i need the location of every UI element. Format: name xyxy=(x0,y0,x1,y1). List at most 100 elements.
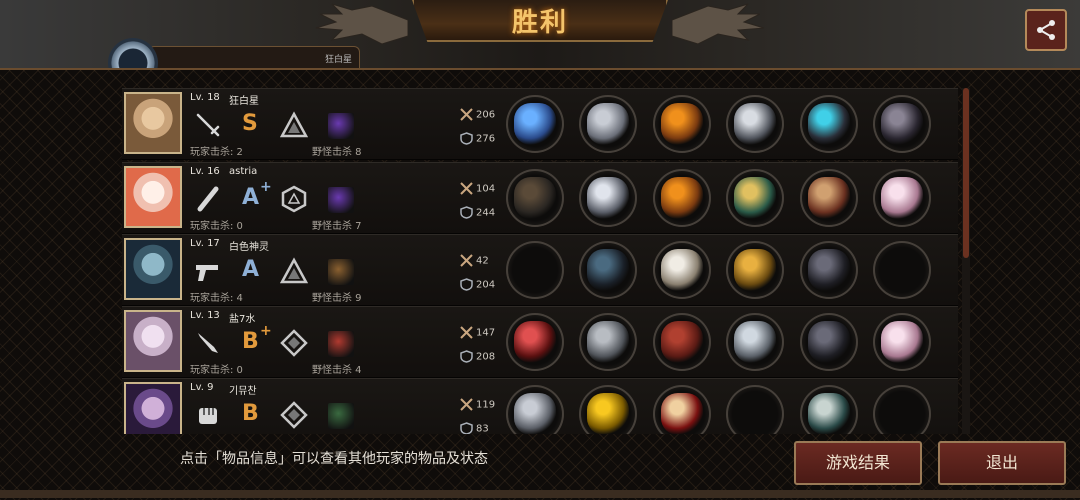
player-avatar[interactable] xyxy=(124,310,182,372)
flame-armor-item xyxy=(661,103,703,145)
bottom-border xyxy=(0,490,1080,498)
defense-stat: 244 xyxy=(460,206,495,219)
item-slot[interactable] xyxy=(506,385,564,434)
red-armor-item xyxy=(661,321,703,363)
item-slot[interactable] xyxy=(506,241,564,299)
item-slot[interactable] xyxy=(800,241,858,299)
scroll-thumb[interactable] xyxy=(963,88,969,258)
knight-helmet-item xyxy=(587,321,629,363)
knife-icon xyxy=(198,333,218,353)
player-kills: 玩家击杀: 4 xyxy=(190,293,243,304)
grade-letter: S xyxy=(242,111,258,136)
grade-plus: + xyxy=(260,179,272,195)
item-slot[interactable] xyxy=(873,169,931,227)
item-slot[interactable] xyxy=(653,169,711,227)
defense-value: 244 xyxy=(476,207,496,219)
player-level: Lv. 17 xyxy=(190,238,220,249)
scrollbar[interactable] xyxy=(962,88,970,434)
item-slot[interactable] xyxy=(506,313,564,371)
defense-icon xyxy=(460,278,473,291)
hard-hat-item xyxy=(587,393,629,434)
item-slot[interactable] xyxy=(579,385,637,434)
defense-value: 204 xyxy=(476,279,496,291)
item-slot[interactable] xyxy=(873,241,931,299)
item-slot[interactable] xyxy=(579,241,637,299)
item-slot[interactable] xyxy=(653,385,711,434)
exit-button[interactable]: 退出 xyxy=(938,441,1066,485)
purple-beast-icon[interactable] xyxy=(328,187,354,213)
player-kills: 玩家击杀: 0 xyxy=(190,365,243,376)
attack-value: 206 xyxy=(476,109,496,121)
player-tab[interactable]: 狂白星 xyxy=(148,46,360,69)
attack-icon xyxy=(460,182,473,195)
red-blade-item xyxy=(514,321,556,363)
item-slot[interactable] xyxy=(800,95,858,153)
item-slot[interactable] xyxy=(726,241,784,299)
bracer-item xyxy=(808,177,850,219)
gold-shield-item xyxy=(734,249,776,291)
attack-stat: 119 xyxy=(460,398,495,411)
item-slot[interactable] xyxy=(653,241,711,299)
gauntlet-item xyxy=(808,249,850,291)
victory-title: 胜利 xyxy=(511,8,568,38)
item-slot[interactable] xyxy=(726,95,784,153)
item-slot[interactable] xyxy=(873,313,931,371)
player-level: Lv. 9 xyxy=(190,382,214,393)
item-slot[interactable] xyxy=(579,169,637,227)
item-slot[interactable] xyxy=(506,95,564,153)
item-slot[interactable] xyxy=(800,313,858,371)
hint-text: 点击「物品信息」可以查看其他玩家的物品及状态 xyxy=(180,451,488,467)
fist-icon xyxy=(199,408,217,424)
player-level: Lv. 16 xyxy=(190,166,220,177)
monster-kills: 野怪击杀 8 xyxy=(312,147,362,158)
player-avatar[interactable] xyxy=(124,166,182,228)
item-slot[interactable] xyxy=(800,385,858,434)
blue-sword-item xyxy=(514,103,556,145)
share-button[interactable] xyxy=(1025,9,1067,51)
player-avatar[interactable] xyxy=(124,238,182,300)
green-beast-icon[interactable] xyxy=(328,403,354,429)
bat-icon xyxy=(197,186,219,212)
defense-stat: 276 xyxy=(460,132,495,145)
player-list[interactable]: Lv. 18 狂白星 S 玩家击杀: 2 野怪击杀 8 206 276 Lv. … xyxy=(122,88,958,434)
player-row[interactable]: Lv. 9 기뮤찬 B 119 83 xyxy=(122,378,958,434)
item-slot[interactable] xyxy=(873,385,931,434)
purple-beast-icon[interactable] xyxy=(328,113,354,139)
item-slot[interactable] xyxy=(726,169,784,227)
player-avatar[interactable] xyxy=(124,92,182,154)
item-slot[interactable] xyxy=(653,95,711,153)
item-slot[interactable] xyxy=(726,385,784,434)
item-slot[interactable] xyxy=(873,95,931,153)
item-slot[interactable] xyxy=(579,313,637,371)
steel-helmet-item xyxy=(587,103,629,145)
item-slot[interactable] xyxy=(506,169,564,227)
item-slot[interactable] xyxy=(579,95,637,153)
monster-kills: 野怪击杀 9 xyxy=(312,293,362,304)
player-row[interactable]: Lv. 13 盐7水 B + 玩家击杀: 0 野怪击杀 4 147 208 xyxy=(122,306,958,378)
player-row[interactable]: Lv. 18 狂白星 S 玩家击杀: 2 野怪击杀 8 206 276 xyxy=(122,88,958,160)
spiked-bracer-item xyxy=(734,321,776,363)
game-result-button[interactable]: 游戏结果 xyxy=(794,441,922,485)
dark-helmet-item xyxy=(587,249,629,291)
attack-icon xyxy=(460,108,473,121)
item-slot[interactable] xyxy=(726,313,784,371)
player-kills: 玩家击杀: 0 xyxy=(190,221,243,232)
player-row[interactable]: Lv. 17 白色神灵 A 玩家击杀: 4 野怪击杀 9 42 204 xyxy=(122,234,958,306)
player-row[interactable]: Lv. 16 astria A + 玩家击杀: 0 野怪击杀 7 104 244 xyxy=(122,162,958,234)
umbrella-item xyxy=(514,177,556,219)
claw-beast-icon[interactable] xyxy=(328,259,354,285)
attack-stat: 147 xyxy=(460,326,495,339)
defense-stat: 204 xyxy=(460,278,495,291)
pearl-item xyxy=(881,177,923,219)
defense-value: 208 xyxy=(476,351,496,363)
player-avatar[interactable] xyxy=(124,382,182,434)
attack-stat: 42 xyxy=(460,254,489,267)
attack-icon xyxy=(460,254,473,267)
item-slot[interactable] xyxy=(800,169,858,227)
pearl-item xyxy=(881,321,923,363)
gauntlet-item xyxy=(808,321,850,363)
flame-armor-item xyxy=(661,177,703,219)
item-slot[interactable] xyxy=(653,313,711,371)
player-name: 白色神灵 xyxy=(229,242,269,253)
red-beast-icon[interactable] xyxy=(328,331,354,357)
